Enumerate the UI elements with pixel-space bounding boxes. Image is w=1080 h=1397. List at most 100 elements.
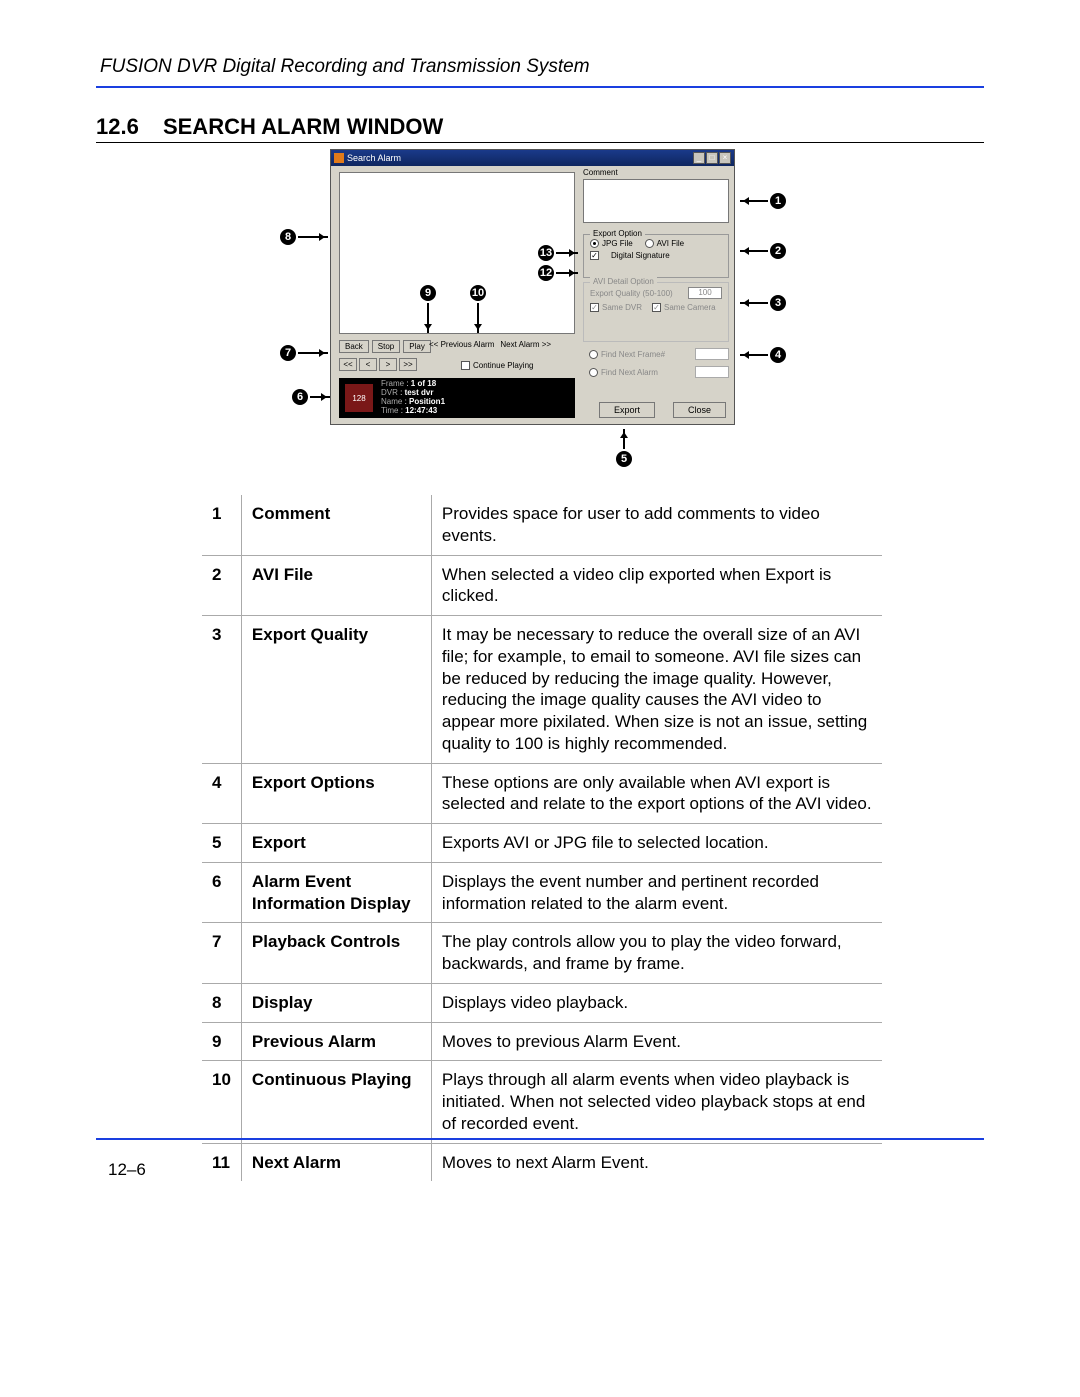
same-dvr-checkbox[interactable] [590, 303, 599, 312]
row-desc: Moves to previous Alarm Event. [431, 1022, 882, 1061]
callout-4: 4 [770, 347, 786, 363]
section-heading: 12.6 SEARCH ALARM WINDOW [96, 114, 984, 143]
section-number: 12.6 [96, 114, 139, 140]
find-next-frame-input[interactable] [695, 348, 729, 360]
avi-label: AVI File [657, 239, 684, 248]
row-desc: Exports AVI or JPG file to selected loca… [431, 824, 882, 863]
row-number: 9 [202, 1022, 241, 1061]
page-number: 12–6 [108, 1160, 146, 1180]
row-name: Export [241, 824, 431, 863]
continue-playing-row: Continue Playing [461, 361, 533, 370]
callout-12: 12 [538, 265, 554, 281]
quality-select[interactable]: 100 [688, 287, 722, 299]
row-number: 2 [202, 555, 241, 616]
search-alarm-window: Search Alarm _ □ × Back Stop Play << Pre… [330, 149, 735, 425]
find-next-frame-radio[interactable] [589, 350, 598, 359]
callout-2: 2 [770, 243, 786, 259]
row-name: AVI File [241, 555, 431, 616]
arrow-9 [427, 303, 429, 333]
playback-row: Back Stop Play [339, 340, 431, 353]
export-option-group: Export Option JPG File AVI File Digital … [583, 234, 729, 278]
titlebar: Search Alarm _ □ × [331, 150, 734, 166]
row-desc: The play controls allow you to play the … [431, 923, 882, 984]
row-number: 5 [202, 824, 241, 863]
table-row: 4Export OptionsThese options are only av… [202, 763, 882, 824]
row-desc: Moves to next Alarm Event. [431, 1143, 882, 1181]
comment-group: Comment [583, 168, 729, 226]
row-desc: It may be necessary to reduce the overal… [431, 616, 882, 764]
arrow-6 [310, 396, 330, 398]
frame-fwd-button[interactable]: > [379, 358, 397, 371]
export-button[interactable]: Export [599, 402, 655, 418]
step-back-button[interactable]: << [339, 358, 357, 371]
footer-rule [96, 1138, 984, 1140]
table-row: 11Next AlarmMoves to next Alarm Event. [202, 1143, 882, 1181]
arrow-7 [298, 352, 328, 354]
table-row: 2AVI FileWhen selected a video clip expo… [202, 555, 882, 616]
close-window-button[interactable]: Close [673, 402, 726, 418]
find-next-frame-row: Find Next Frame# [589, 348, 729, 360]
row-number: 8 [202, 983, 241, 1022]
arrow-4 [740, 354, 768, 356]
callout-9: 9 [420, 285, 436, 301]
frame-back-button[interactable]: < [359, 358, 377, 371]
previous-alarm-button[interactable]: << Previous Alarm [429, 340, 494, 349]
arrow-10 [477, 303, 479, 333]
find-next-alarm-input[interactable] [695, 366, 729, 378]
digital-signature-checkbox[interactable] [590, 251, 599, 260]
arrow-13 [556, 252, 578, 254]
row-name: Export Options [241, 763, 431, 824]
find-next-frame-label: Find Next Frame# [601, 350, 665, 359]
next-alarm-button[interactable]: Next Alarm >> [500, 340, 551, 349]
row-desc: Plays through all alarm events when vide… [431, 1061, 882, 1143]
arrow-8 [298, 236, 328, 238]
info-lines: Frame : 1 of 18 DVR : test dvr Name : Po… [381, 380, 445, 415]
row-desc: When selected a video clip exported when… [431, 555, 882, 616]
window-icon [334, 153, 344, 163]
section-title: SEARCH ALARM WINDOW [163, 114, 443, 139]
same-camera-checkbox[interactable] [652, 303, 661, 312]
comment-textarea[interactable] [583, 179, 729, 223]
table-row: 3Export QualityIt may be necessary to re… [202, 616, 882, 764]
table-row: 5ExportExports AVI or JPG file to select… [202, 824, 882, 863]
play-button[interactable]: Play [403, 340, 431, 353]
back-button[interactable]: Back [339, 340, 369, 353]
step-fwd-button[interactable]: >> [399, 358, 417, 371]
table-row: 1CommentProvides space for user to add c… [202, 495, 882, 555]
table-row: 10Continuous PlayingPlays through all al… [202, 1061, 882, 1143]
avi-radio[interactable] [645, 239, 654, 248]
row-name: Alarm Event Information Display [241, 862, 431, 923]
stop-button[interactable]: Stop [372, 340, 400, 353]
row-name: Comment [241, 495, 431, 555]
window-title: Search Alarm [347, 153, 401, 163]
find-next-alarm-row: Find Next Alarm [589, 366, 729, 378]
minimize-button[interactable]: _ [693, 152, 705, 164]
row-number: 11 [202, 1143, 241, 1181]
table-row: 6Alarm Event Information DisplayDisplays… [202, 862, 882, 923]
row-name: Export Quality [241, 616, 431, 764]
screenshot-figure: Search Alarm _ □ × Back Stop Play << Pre… [280, 149, 800, 489]
row-number: 1 [202, 495, 241, 555]
same-camera-label: Same Camera [664, 303, 716, 312]
callout-1: 1 [770, 193, 786, 209]
export-option-label: Export Option [590, 229, 645, 238]
row-desc: Displays the event number and pertinent … [431, 862, 882, 923]
digital-signature-label: Digital Signature [611, 251, 670, 260]
maximize-button[interactable]: □ [706, 152, 718, 164]
export-quality-label: Export Quality (50-100) [590, 289, 673, 298]
continue-playing-label: Continue Playing [473, 361, 533, 370]
avi-detail-group: AVI Detail Option Export Quality (50-100… [583, 282, 729, 342]
comment-label: Comment [583, 168, 729, 177]
table-row: 7Playback ControlsThe play controls allo… [202, 923, 882, 984]
continue-playing-checkbox[interactable] [461, 361, 470, 370]
row-desc: Provides space for user to add comments … [431, 495, 882, 555]
row-name: Playback Controls [241, 923, 431, 984]
jpg-radio[interactable] [590, 239, 599, 248]
arrow-2 [740, 250, 768, 252]
row-number: 10 [202, 1061, 241, 1143]
close-button[interactable]: × [719, 152, 731, 164]
row-name: Next Alarm [241, 1143, 431, 1181]
row-name: Continuous Playing [241, 1061, 431, 1143]
find-next-alarm-radio[interactable] [589, 368, 598, 377]
callout-5: 5 [616, 451, 632, 467]
